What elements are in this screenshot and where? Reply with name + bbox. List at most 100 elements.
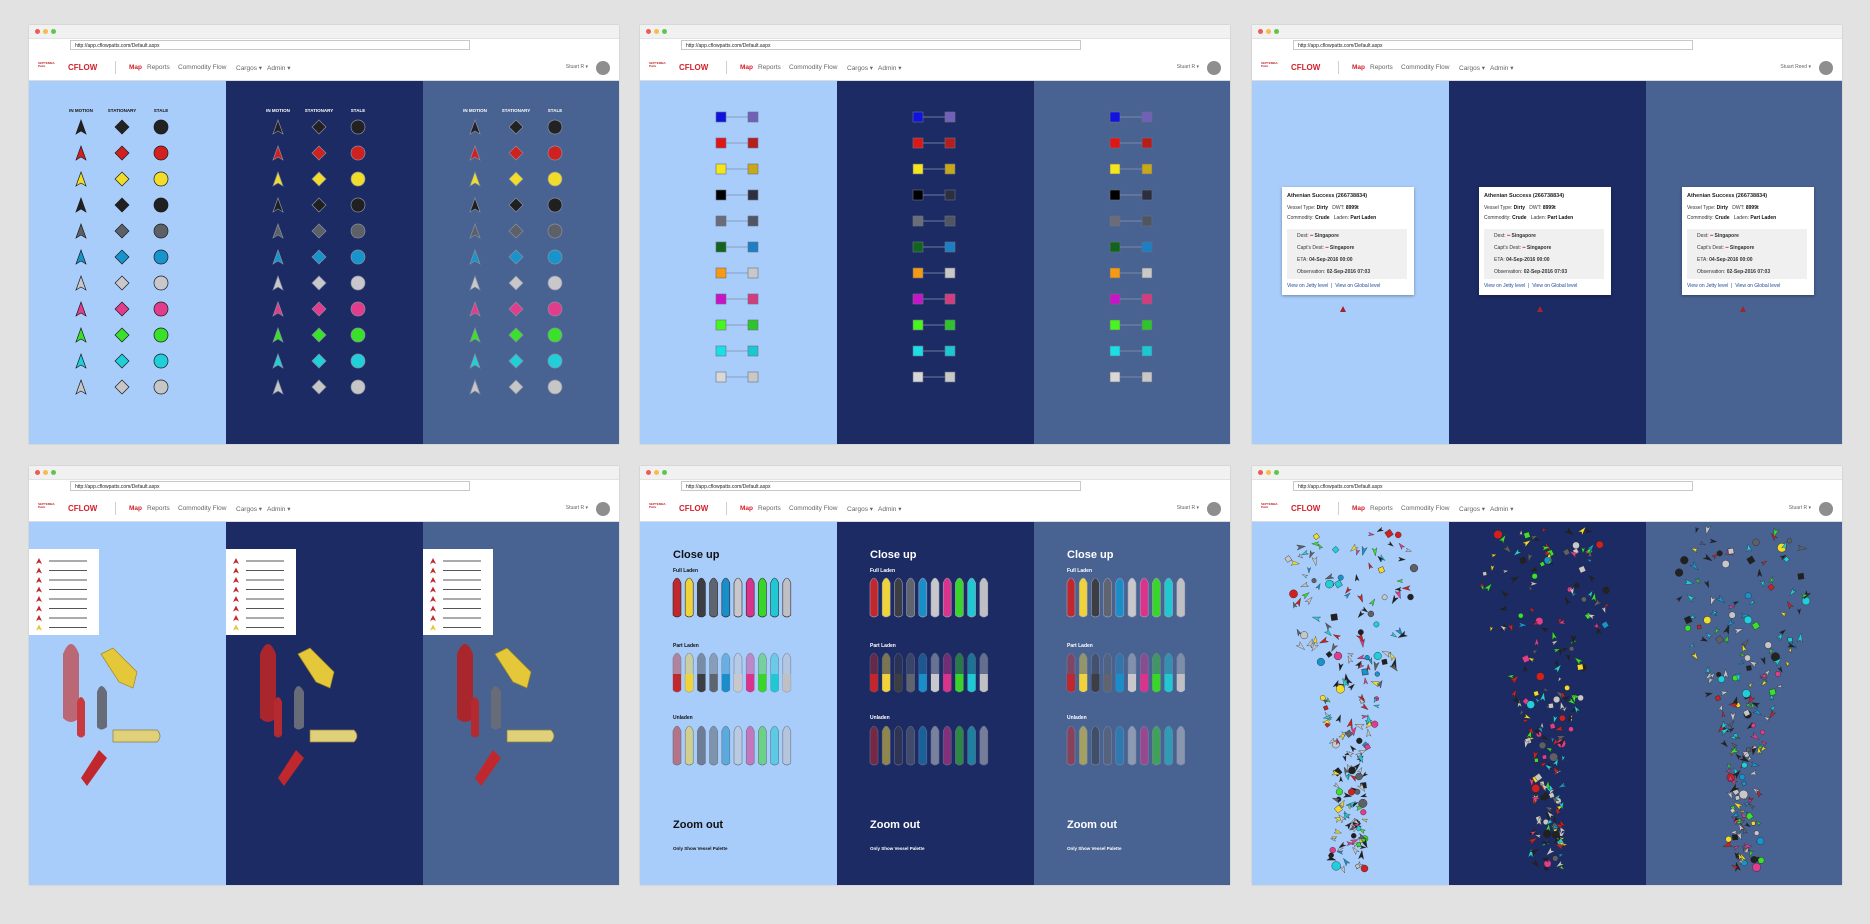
vessel-marker (1715, 594, 1726, 604)
jetty-level-link[interactable]: View on Jetty level (1687, 283, 1728, 289)
nav-commodity-flow[interactable]: Commodity Flow (1401, 64, 1449, 71)
app-logo[interactable]: CFLOW (1291, 63, 1320, 72)
stationary-vessel-marker (1323, 705, 1329, 711)
jetty-level-link[interactable]: View on Jetty level (1287, 283, 1328, 289)
close-dot[interactable] (646, 470, 651, 475)
stale-vessel-marker (1333, 651, 1343, 661)
jetty-level-link[interactable]: View on Jetty level (1484, 283, 1525, 289)
nav-commodity-flow[interactable]: Commodity Flow (789, 505, 837, 512)
close-dot[interactable] (646, 29, 651, 34)
nav-cargos[interactable]: Cargos ▾ (236, 64, 262, 72)
nav-admin[interactable]: Admin ▾ (267, 505, 291, 513)
nav-reports[interactable]: Reports (758, 505, 781, 512)
close-dot[interactable] (35, 470, 40, 475)
nav-map[interactable]: Map (129, 64, 142, 71)
app-logo[interactable]: CFLOW (1291, 504, 1320, 513)
address-bar[interactable]: http://app.cflowpatts.com/Default.aspx (70, 40, 470, 50)
vessel-marker (1318, 636, 1330, 644)
global-level-link[interactable]: View on Global level (1335, 283, 1380, 289)
global-level-link[interactable]: View on Global level (1735, 283, 1780, 289)
nav-admin[interactable]: Admin ▾ (1490, 505, 1514, 513)
user-menu[interactable]: Stuart R ▾ (1177, 64, 1199, 70)
nav-reports[interactable]: Reports (758, 64, 781, 71)
address-bar[interactable]: http://app.cflowpatts.com/Default.aspx (1293, 481, 1693, 491)
nav-commodity-flow[interactable]: Commodity Flow (789, 64, 837, 71)
avatar[interactable] (1819, 502, 1833, 516)
stale-vessel-icon (350, 119, 366, 135)
vessel-marker (1293, 601, 1298, 609)
stale-vessel-icon (153, 145, 169, 161)
maximize-dot[interactable] (1274, 29, 1279, 34)
maximize-dot[interactable] (1274, 470, 1279, 475)
vessel-shape-grey (97, 686, 107, 730)
nav-reports[interactable]: Reports (1370, 64, 1393, 71)
avatar[interactable] (596, 61, 610, 75)
app-logo[interactable]: CFLOW (679, 63, 708, 72)
vessel-marker (1502, 569, 1510, 574)
avatar[interactable] (1819, 61, 1833, 75)
nav-commodity-flow[interactable]: Commodity Flow (178, 505, 226, 512)
close-dot[interactable] (1258, 29, 1263, 34)
vessel-full-laden (979, 577, 989, 618)
nav-admin[interactable]: Admin ▾ (267, 64, 291, 72)
maximize-dot[interactable] (51, 29, 56, 34)
close-dot[interactable] (1258, 470, 1263, 475)
nav-map[interactable]: Map (740, 64, 753, 71)
minimize-dot[interactable] (1266, 29, 1271, 34)
user-menu[interactable]: Stuart R ▾ (1789, 505, 1811, 511)
minimize-dot[interactable] (1266, 470, 1271, 475)
app-logo[interactable]: CFLOW (679, 504, 708, 513)
nav-admin[interactable]: Admin ▾ (1490, 64, 1514, 72)
address-bar[interactable]: http://app.cflowpatts.com/Default.aspx (681, 481, 1081, 491)
avatar[interactable] (1207, 61, 1221, 75)
selected-vessel-icon[interactable] (1537, 306, 1543, 312)
global-level-link[interactable]: View on Global level (1532, 283, 1577, 289)
selected-vessel-icon[interactable] (1740, 306, 1746, 312)
user-menu[interactable]: Stuart R ▾ (1177, 505, 1199, 511)
app-logo[interactable]: CFLOW (68, 63, 97, 72)
vessel-marker (1373, 704, 1380, 709)
vessel-marker (1749, 849, 1754, 857)
close-dot[interactable] (35, 29, 40, 34)
user-menu[interactable]: Stuart R ▾ (566, 64, 588, 70)
nav-commodity-flow[interactable]: Commodity Flow (178, 64, 226, 71)
minimize-dot[interactable] (654, 470, 659, 475)
nav-cargos[interactable]: Cargos ▾ (847, 505, 873, 513)
nav-map[interactable]: Map (1352, 505, 1365, 512)
minimize-dot[interactable] (43, 470, 48, 475)
nav-reports[interactable]: Reports (147, 64, 170, 71)
nav-cargos[interactable]: Cargos ▾ (847, 64, 873, 72)
maximize-dot[interactable] (662, 470, 667, 475)
selected-vessel-icon[interactable] (1340, 306, 1346, 312)
commodity-row: Commodity: Crude Laden: Part Laden (1287, 215, 1377, 221)
nav-commodity-flow[interactable]: Commodity Flow (1401, 505, 1449, 512)
nav-cargos[interactable]: Cargos ▾ (1459, 64, 1485, 72)
nav-cargos[interactable]: Cargos ▾ (236, 505, 262, 513)
source-color-swatch (1109, 215, 1121, 227)
nav-map[interactable]: Map (1352, 64, 1365, 71)
minimize-dot[interactable] (43, 29, 48, 34)
nav-reports[interactable]: Reports (147, 505, 170, 512)
minimize-dot[interactable] (654, 29, 659, 34)
vessel-marker (1727, 763, 1732, 770)
address-bar[interactable]: http://app.cflowpatts.com/Default.aspx (70, 481, 470, 491)
user-menu[interactable]: Stuart R ▾ (566, 505, 588, 511)
maximize-dot[interactable] (51, 470, 56, 475)
nav-reports[interactable]: Reports (1370, 505, 1393, 512)
address-bar[interactable]: http://app.cflowpatts.com/Default.aspx (681, 40, 1081, 50)
maximize-dot[interactable] (662, 29, 667, 34)
nav-admin[interactable]: Admin ▾ (878, 505, 902, 513)
nav-cargos[interactable]: Cargos ▾ (1459, 505, 1485, 513)
company-logo: SEPTEMBA Patts (38, 61, 55, 69)
source-color-swatch (1109, 189, 1121, 201)
nav-map[interactable]: Map (740, 505, 753, 512)
app-logo[interactable]: CFLOW (68, 504, 97, 513)
avatar[interactable] (1207, 502, 1221, 516)
nav-map[interactable]: Map (129, 505, 142, 512)
avatar[interactable] (596, 502, 610, 516)
address-bar[interactable]: http://app.cflowpatts.com/Default.aspx (1293, 40, 1693, 50)
target-color-swatch (747, 189, 759, 201)
source-color-swatch (1109, 371, 1121, 383)
user-menu[interactable]: Stuart Reed ▾ (1780, 64, 1811, 70)
nav-admin[interactable]: Admin ▾ (878, 64, 902, 72)
